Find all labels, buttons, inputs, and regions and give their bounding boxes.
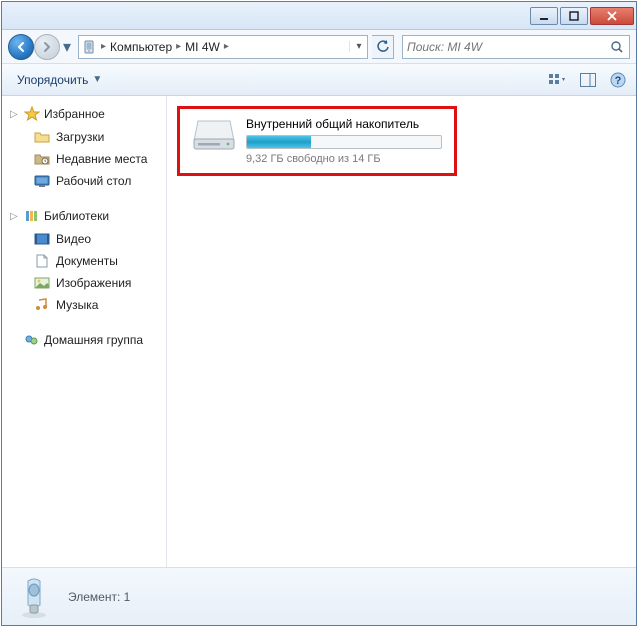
chevron-down-icon: ▼ [92, 74, 102, 85]
sidebar-favorites-label: Избранное [44, 107, 105, 121]
svg-text:?: ? [615, 75, 622, 87]
video-icon [34, 231, 50, 247]
folder-icon [34, 129, 50, 145]
body: ▷ Избранное Загрузки Недавние места Рабо… [2, 96, 636, 567]
sidebar-item-label: Видео [56, 232, 91, 246]
drive-info: Внутренний общий накопитель 9,32 ГБ своб… [246, 117, 442, 165]
sidebar-item-label: Загрузки [56, 130, 104, 144]
maximize-button[interactable] [560, 7, 588, 25]
sidebar-item-downloads[interactable]: Загрузки [2, 126, 166, 148]
sidebar-item-music[interactable]: Музыка [2, 294, 166, 316]
sidebar-item-label: Документы [56, 254, 118, 268]
preview-pane-button[interactable] [578, 70, 598, 90]
sidebar-item-label: Рабочий стол [56, 174, 131, 188]
nav-history-dropdown[interactable]: ▾ [60, 34, 74, 60]
sidebar-item-desktop[interactable]: Рабочий стол [2, 170, 166, 192]
nav-row: ▾ ▸ Компьютер ▸ MI 4W ▸ ▾ [2, 30, 636, 64]
navigation-pane[interactable]: ▷ Избранное Загрузки Недавние места Рабо… [2, 96, 167, 567]
music-icon [34, 297, 50, 313]
search-input[interactable] [407, 40, 609, 54]
sidebar-homegroup-label: Домашняя группа [44, 333, 143, 347]
sidebar-item-label: Музыка [56, 298, 98, 312]
sidebar-item-videos[interactable]: Видео [2, 228, 166, 250]
organize-button[interactable]: Упорядочить ▼ [10, 69, 109, 91]
breadcrumb-item-computer[interactable]: Компьютер [110, 40, 172, 54]
chevron-right-icon[interactable]: ▸ [222, 41, 231, 52]
recent-icon [34, 151, 50, 167]
address-dropdown[interactable]: ▾ [349, 41, 365, 52]
back-button[interactable] [8, 34, 34, 60]
view-options-button[interactable] [548, 70, 568, 90]
breadcrumb-item-device[interactable]: MI 4W [185, 40, 220, 54]
title-bar [2, 2, 636, 30]
search-box[interactable] [402, 35, 630, 59]
refresh-button[interactable] [372, 35, 394, 59]
status-bar: Элемент: 1 [2, 567, 636, 625]
sidebar-item-documents[interactable]: Документы [2, 250, 166, 272]
search-icon[interactable] [609, 39, 625, 55]
sidebar-libraries-label: Библиотеки [44, 209, 109, 223]
collapse-icon[interactable]: ▷ [10, 211, 20, 222]
device-icon [81, 39, 97, 55]
drive-icon [192, 117, 236, 153]
homegroup-icon [24, 332, 40, 348]
device-large-icon [14, 575, 54, 619]
capacity-bar-fill [247, 136, 311, 148]
command-bar-right: ? [548, 70, 628, 90]
help-button[interactable]: ? [608, 70, 628, 90]
capacity-bar [246, 135, 442, 149]
sidebar-item-label: Изображения [56, 276, 131, 290]
pictures-icon [34, 275, 50, 291]
address-bar[interactable]: ▸ Компьютер ▸ MI 4W ▸ ▾ [78, 35, 368, 59]
sidebar-libraries-header[interactable]: ▷ Библиотеки [2, 204, 166, 228]
collapse-icon[interactable]: ▷ [10, 109, 20, 120]
sidebar-favorites-header[interactable]: ▷ Избранное [2, 102, 166, 126]
drive-item[interactable]: Внутренний общий накопитель 9,32 ГБ своб… [192, 117, 442, 165]
sidebar-item-pictures[interactable]: Изображения [2, 272, 166, 294]
content-area[interactable]: Внутренний общий накопитель 9,32 ГБ своб… [167, 96, 636, 567]
drive-title: Внутренний общий накопитель [246, 117, 442, 131]
highlight-box: Внутренний общий накопитель 9,32 ГБ своб… [177, 106, 457, 176]
organize-label: Упорядочить [17, 73, 88, 87]
command-bar: Упорядочить ▼ ? [2, 64, 636, 96]
status-text: Элемент: 1 [68, 590, 130, 604]
document-icon [34, 253, 50, 269]
sidebar-item-recent[interactable]: Недавние места [2, 148, 166, 170]
nav-buttons: ▾ [8, 34, 74, 60]
desktop-icon [34, 173, 50, 189]
minimize-button[interactable] [530, 7, 558, 25]
star-icon [24, 106, 40, 122]
chevron-right-icon[interactable]: ▸ [174, 41, 183, 52]
forward-button[interactable] [34, 34, 60, 60]
drive-subtitle: 9,32 ГБ свободно из 14 ГБ [246, 153, 442, 165]
sidebar-item-label: Недавние места [56, 152, 147, 166]
chevron-right-icon[interactable]: ▸ [99, 41, 108, 52]
libraries-icon [24, 208, 40, 224]
sidebar-homegroup-header[interactable]: ▷ Домашняя группа [2, 328, 166, 352]
close-button[interactable] [590, 7, 634, 25]
